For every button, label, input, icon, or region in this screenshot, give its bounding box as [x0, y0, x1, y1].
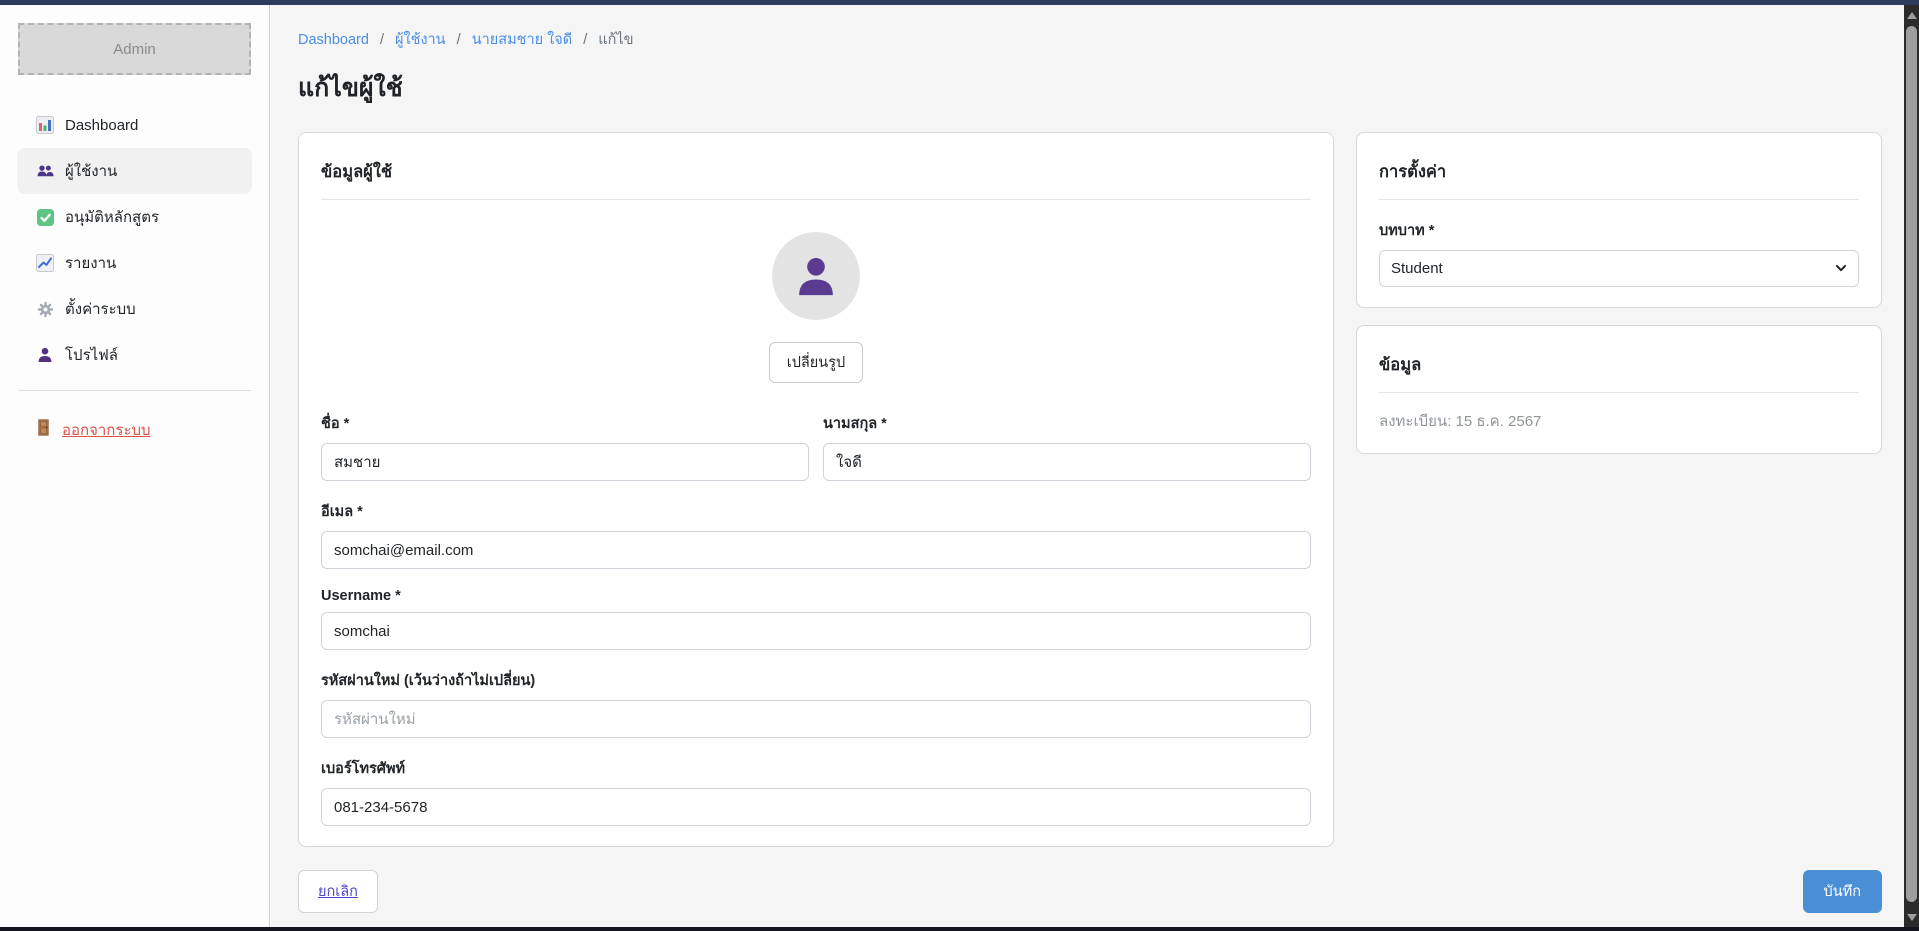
phone-field[interactable]: [321, 788, 1311, 826]
user-info-card-title: ข้อมูลผู้ใช้: [321, 153, 1311, 199]
breadcrumb-separator: /: [380, 32, 384, 48]
last-name-field[interactable]: [823, 443, 1311, 481]
sidebar-item-users[interactable]: ผู้ใช้งาน: [17, 148, 252, 194]
settings-card: การตั้งค่า บทบาท * Student: [1356, 132, 1882, 308]
last-name-label: นามสกุล *: [823, 412, 1311, 435]
card-divider: [321, 199, 1311, 200]
logout-button[interactable]: ออกจากระบบ: [17, 409, 252, 451]
username-label: Username *: [321, 588, 1311, 604]
breadcrumb-separator: /: [583, 32, 587, 48]
gear-icon: [36, 300, 54, 318]
breadcrumb: Dashboard / ผู้ใช้งาน / นายสมชาย ใจดี / …: [298, 28, 1904, 51]
first-name-field[interactable]: [321, 443, 809, 481]
sidebar-item-label: รายงาน: [65, 251, 116, 275]
new-password-field[interactable]: [321, 700, 1311, 738]
change-photo-button[interactable]: เปลี่ยนรูป: [769, 342, 863, 383]
card-divider: [1379, 199, 1859, 200]
page-title: แก้ไขผู้ใช้: [298, 68, 1904, 108]
line-chart-icon: [36, 254, 54, 272]
sidebar-item-label: อนุมัติหลักสูตร: [65, 205, 159, 229]
breadcrumb-current: แก้ไข: [598, 32, 633, 48]
role-label: บทบาท *: [1379, 219, 1859, 242]
door-icon: [36, 419, 51, 441]
scroll-down-arrow-icon[interactable]: [1904, 909, 1919, 925]
settings-card-title: การตั้งค่า: [1379, 153, 1859, 199]
person-silhouette-icon: [793, 253, 839, 299]
sidebar-item-system-settings[interactable]: ตั้งค่าระบบ: [17, 286, 252, 332]
breadcrumb-link-user-name[interactable]: นายสมชาย ใจดี: [472, 32, 572, 48]
top-window-bar: [0, 0, 1919, 5]
sidebar-item-reports[interactable]: รายงาน: [17, 240, 252, 286]
avatar: [772, 232, 860, 320]
sidebar-item-label: Dashboard: [65, 117, 138, 134]
sidebar-item-label: โปรไฟล์: [65, 343, 118, 367]
cancel-button[interactable]: ยกเลิก: [298, 870, 378, 913]
info-card: ข้อมูล ลงทะเบียน: 15 ธ.ค. 2567: [1356, 325, 1882, 454]
scroll-up-arrow-icon[interactable]: [1904, 7, 1919, 23]
email-label: อีเมล *: [321, 500, 1311, 523]
breadcrumb-separator: /: [457, 32, 461, 48]
role-select[interactable]: Student: [1379, 250, 1859, 287]
users-icon: [36, 162, 54, 180]
email-field[interactable]: [321, 531, 1311, 569]
sidebar-item-profile[interactable]: โปรไฟล์: [17, 332, 252, 378]
brand-label: Admin: [113, 41, 156, 58]
user-info-card: ข้อมูลผู้ใช้ เปลี่ยนรูป ชื่อ * นามสกุล *: [298, 132, 1334, 847]
card-divider: [1379, 392, 1859, 393]
person-icon: [36, 346, 54, 364]
bar-chart-icon: [36, 116, 54, 134]
info-card-title: ข้อมูล: [1379, 346, 1859, 392]
registered-date-text: ลงทะเบียน: 15 ธ.ค. 2567: [1379, 409, 1859, 433]
new-password-label: รหัสผ่านใหม่ (เว้นว่างถ้าไม่เปลี่ยน): [321, 669, 1311, 692]
main-content: Dashboard / ผู้ใช้งาน / นายสมชาย ใจดี / …: [271, 5, 1904, 927]
check-icon: [36, 208, 54, 226]
sidebar-nav: Dashboard ผู้ใช้งาน อนุมัติหลักสูตร รายง…: [0, 102, 269, 378]
sidebar-item-label: ตั้งค่าระบบ: [65, 297, 136, 321]
logout-label: ออกจากระบบ: [62, 418, 151, 442]
username-field[interactable]: [321, 612, 1311, 650]
bottom-window-bar: [0, 927, 1919, 931]
sidebar-item-course-approval[interactable]: อนุมัติหลักสูตร: [17, 194, 252, 240]
vertical-scrollbar[interactable]: [1904, 5, 1919, 927]
phone-label: เบอร์โทรศัพท์: [321, 757, 1311, 780]
brand-placeholder: Admin: [18, 23, 251, 75]
sidebar-divider: [18, 390, 251, 391]
sidebar: Admin Dashboard ผู้ใช้งาน อนุมัติหลักสูต…: [0, 5, 270, 927]
scrollbar-thumb[interactable]: [1906, 26, 1917, 902]
breadcrumb-link-users[interactable]: ผู้ใช้งาน: [395, 32, 446, 48]
first-name-label: ชื่อ *: [321, 412, 809, 435]
sidebar-item-dashboard[interactable]: Dashboard: [17, 102, 252, 148]
sidebar-item-label: ผู้ใช้งาน: [65, 159, 117, 183]
breadcrumb-link-dashboard[interactable]: Dashboard: [298, 32, 369, 48]
save-button[interactable]: บันทึก: [1803, 870, 1882, 913]
